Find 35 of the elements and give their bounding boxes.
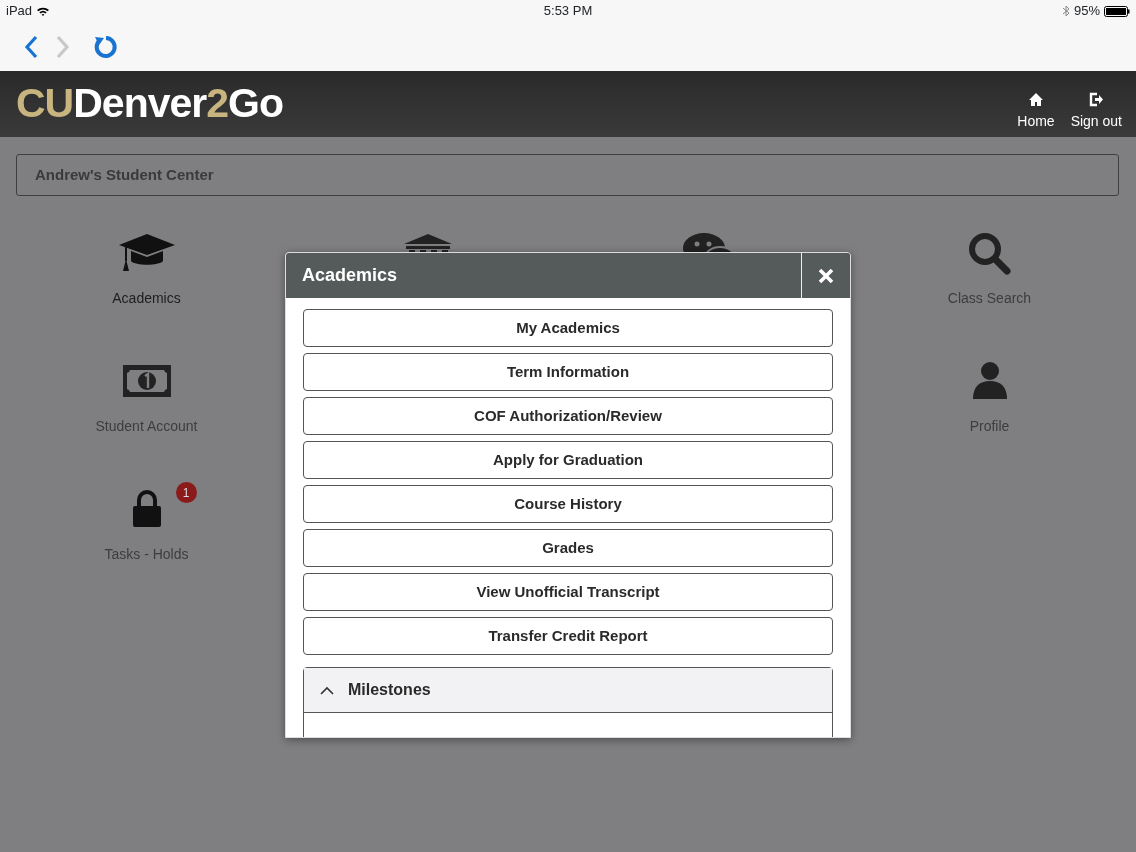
chevron-up-icon — [320, 685, 334, 695]
padlock-icon — [131, 490, 162, 528]
bluetooth-icon — [1062, 5, 1070, 17]
banknote-icon — [122, 365, 171, 397]
back-button[interactable] — [24, 34, 40, 59]
wifi-icon — [36, 5, 51, 17]
clock-time: 5:53 PM — [543, 2, 593, 21]
menu-button[interactable]: My Academics — [303, 309, 833, 347]
person-icon — [971, 361, 1008, 401]
count-badge: 1 — [175, 482, 197, 503]
battery-icon — [1104, 5, 1130, 17]
sign-out-button[interactable]: Sign out — [1070, 92, 1122, 132]
page-title: Andrew's Student Center — [16, 154, 1119, 196]
device-name: iPad — [6, 2, 33, 21]
close-button[interactable] — [801, 253, 850, 298]
close-icon — [818, 267, 834, 284]
menu-button[interactable]: Transfer Credit Report — [303, 617, 833, 655]
menu-button[interactable]: COF Authorization/Review — [303, 397, 833, 435]
graduation-cap-icon — [117, 233, 176, 273]
search-icon — [967, 231, 1012, 275]
logo: CUDenver2Go — [16, 79, 283, 129]
reload-button[interactable] — [92, 33, 118, 60]
sign-out-icon — [1088, 92, 1105, 107]
battery-percent: 95% — [1074, 2, 1100, 21]
building-icon — [402, 234, 453, 252]
menu-button[interactable]: View Unofficial Transcript — [303, 573, 833, 611]
tile-button[interactable]: Academics — [112, 230, 181, 309]
section-header[interactable]: Milestones — [304, 668, 832, 713]
menu-button[interactable]: Term Information — [303, 353, 833, 391]
home-icon — [1027, 92, 1044, 107]
menu-button[interactable]: Apply for Graduation — [303, 441, 833, 479]
menu-button[interactable]: Grades — [303, 529, 833, 567]
dialog-title: Academics — [301, 264, 398, 287]
home-button[interactable]: Home — [1017, 92, 1055, 132]
menu-button[interactable]: Course History — [303, 485, 833, 523]
